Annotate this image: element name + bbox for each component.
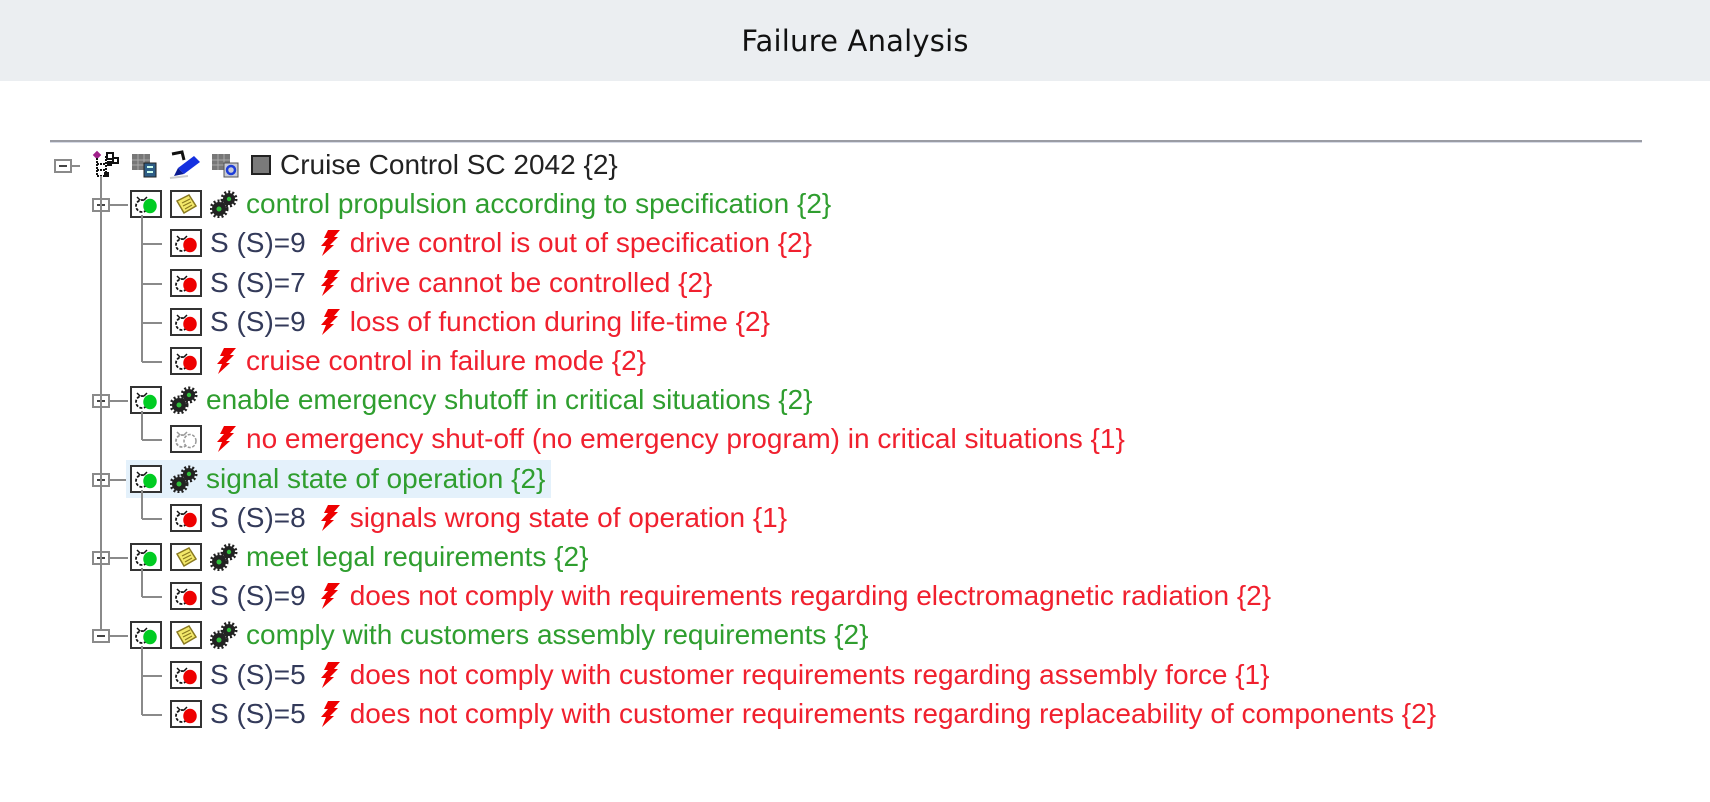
function-label: signal state of operation {2} [206, 462, 546, 494]
function-item[interactable]: enable emergency shutoff in critical sit… [130, 381, 813, 419]
failure-bolt-icon [214, 425, 238, 453]
function-expander[interactable] [92, 629, 110, 644]
tree-connector-line [141, 215, 143, 362]
severity-label: S (S)=7 [210, 266, 306, 298]
function-item[interactable]: signal state of operation {2} [126, 459, 552, 498]
tree-connector-line [142, 243, 162, 246]
function-status-icon[interactable] [130, 621, 162, 650]
tree-connector-line [100, 176, 102, 630]
failure-item[interactable]: S (S)=9 does not comply with requirements… [170, 577, 1271, 615]
tree-connector-line [142, 282, 162, 285]
failure-item[interactable]: S (S)=5 does not comply with customer req… [170, 695, 1436, 733]
failure-status-icon[interactable] [170, 347, 202, 375]
tree-connector-line [110, 557, 128, 559]
failure-bolt-icon [214, 347, 238, 375]
severity-label: S (S)=9 [210, 580, 306, 612]
failure-status-icon[interactable] [170, 699, 202, 728]
function-status-icon[interactable] [130, 464, 162, 493]
failure-label: loss of function during life-time {2} [349, 305, 770, 337]
failure-label: no emergency shut-off (no emergency prog… [246, 423, 1125, 455]
failure-item[interactable]: cruise control in failure mode {2} [170, 342, 646, 380]
tree-connector-line [141, 568, 143, 598]
failure-status-icon[interactable] [170, 268, 202, 297]
gears-icon [210, 621, 238, 650]
failure-label: drive cannot be controlled {2} [349, 266, 713, 298]
tree-connector-line [141, 411, 143, 441]
function-status-icon[interactable] [130, 190, 162, 219]
failure-label: does not comply with requirements regard… [349, 580, 1272, 612]
tree-root-item[interactable]: Cruise Control SC 2042 {2} [92, 146, 618, 184]
gears-icon [210, 543, 238, 571]
form-sheet-icon [130, 151, 160, 179]
failure-status-icon[interactable] [170, 307, 202, 336]
note-icon[interactable] [170, 543, 202, 571]
failure-item[interactable]: S (S)=7 drive cannot be controlled {2} [170, 264, 712, 302]
function-label: meet legal requirements {2} [246, 541, 589, 572]
severity-label: S (S)=9 [210, 227, 306, 259]
tree-connector-line [110, 400, 128, 403]
function-label: comply with customers assembly requireme… [246, 619, 869, 651]
note-icon[interactable] [170, 621, 202, 650]
gray-square-icon [250, 154, 272, 176]
failure-item[interactable]: S (S)=9 drive control is out of specifica… [170, 224, 812, 262]
sheet-refresh-icon [210, 151, 242, 179]
failure-bolt-icon [318, 700, 342, 728]
tree-connector-line [142, 361, 162, 363]
severity-label: S (S)=5 [210, 658, 306, 690]
function-item[interactable]: meet legal requirements {2} [130, 538, 588, 576]
failure-bolt-icon [318, 269, 342, 297]
tree-connector-line [72, 165, 80, 167]
pin-marker-icon [168, 150, 202, 180]
function-label: control propulsion according to specific… [246, 188, 832, 220]
failure-status-icon[interactable] [170, 503, 202, 532]
severity-label: S (S)=8 [210, 501, 306, 533]
failure-item[interactable]: S (S)=9 loss of function during life-time… [170, 303, 770, 341]
failure-item[interactable]: S (S)=8 signals wrong state of operation … [170, 499, 787, 537]
gears-icon [170, 465, 198, 493]
failure-bolt-icon [318, 582, 342, 610]
header-bar: Failure Analysis [0, 0, 1710, 81]
tree-connector-line [141, 489, 143, 519]
tree-connector-line [142, 439, 162, 442]
failure-status-icon[interactable] [170, 660, 202, 689]
failure-label: does not comply with customer requiremen… [349, 697, 1437, 729]
gears-icon [210, 190, 238, 219]
tree-connector-line [110, 204, 128, 207]
function-status-icon[interactable] [130, 386, 162, 415]
failure-bolt-icon [318, 661, 342, 689]
tree-connector-line [110, 635, 128, 638]
failure-bolt-icon [318, 308, 342, 336]
severity-label: S (S)=9 [210, 305, 306, 337]
tree-connector-line [142, 713, 162, 716]
failure-label: drive control is out of specification {2… [349, 227, 812, 259]
failure-bolt-icon [318, 504, 342, 532]
failure-label: signals wrong state of operation {1} [349, 501, 788, 533]
failure-status-icon[interactable] [170, 425, 202, 454]
function-item[interactable]: comply with customers assembly requireme… [130, 616, 868, 654]
root-label: Cruise Control SC 2042 {2} [280, 149, 618, 180]
function-status-icon[interactable] [130, 543, 162, 571]
gears-icon [170, 386, 198, 415]
failure-status-icon[interactable] [170, 229, 202, 258]
note-icon[interactable] [170, 190, 202, 219]
function-label: enable emergency shutoff in critical sit… [206, 384, 813, 416]
tree-connector-line [142, 517, 162, 520]
severity-label: S (S)=5 [210, 697, 306, 729]
tree-connector-line [142, 674, 162, 677]
tree-connector-line [142, 321, 162, 324]
tree-connector-line [141, 646, 143, 715]
failure-item[interactable]: S (S)=5 does not comply with customer req… [170, 656, 1269, 694]
root-expander[interactable] [54, 159, 72, 173]
page-title: Failure Analysis [741, 23, 969, 58]
failure-status-icon[interactable] [170, 582, 202, 611]
structure-tree-icon [92, 150, 122, 180]
failure-item[interactable]: no emergency shut-off (no emergency prog… [170, 420, 1125, 458]
divider [50, 140, 1642, 143]
failure-label: does not comply with customer requiremen… [349, 658, 1270, 690]
failure-bolt-icon [318, 229, 342, 257]
tree-connector-line [142, 596, 162, 599]
failure-label: cruise control in failure mode {2} [246, 345, 646, 376]
function-item[interactable]: control propulsion according to specific… [130, 185, 831, 223]
